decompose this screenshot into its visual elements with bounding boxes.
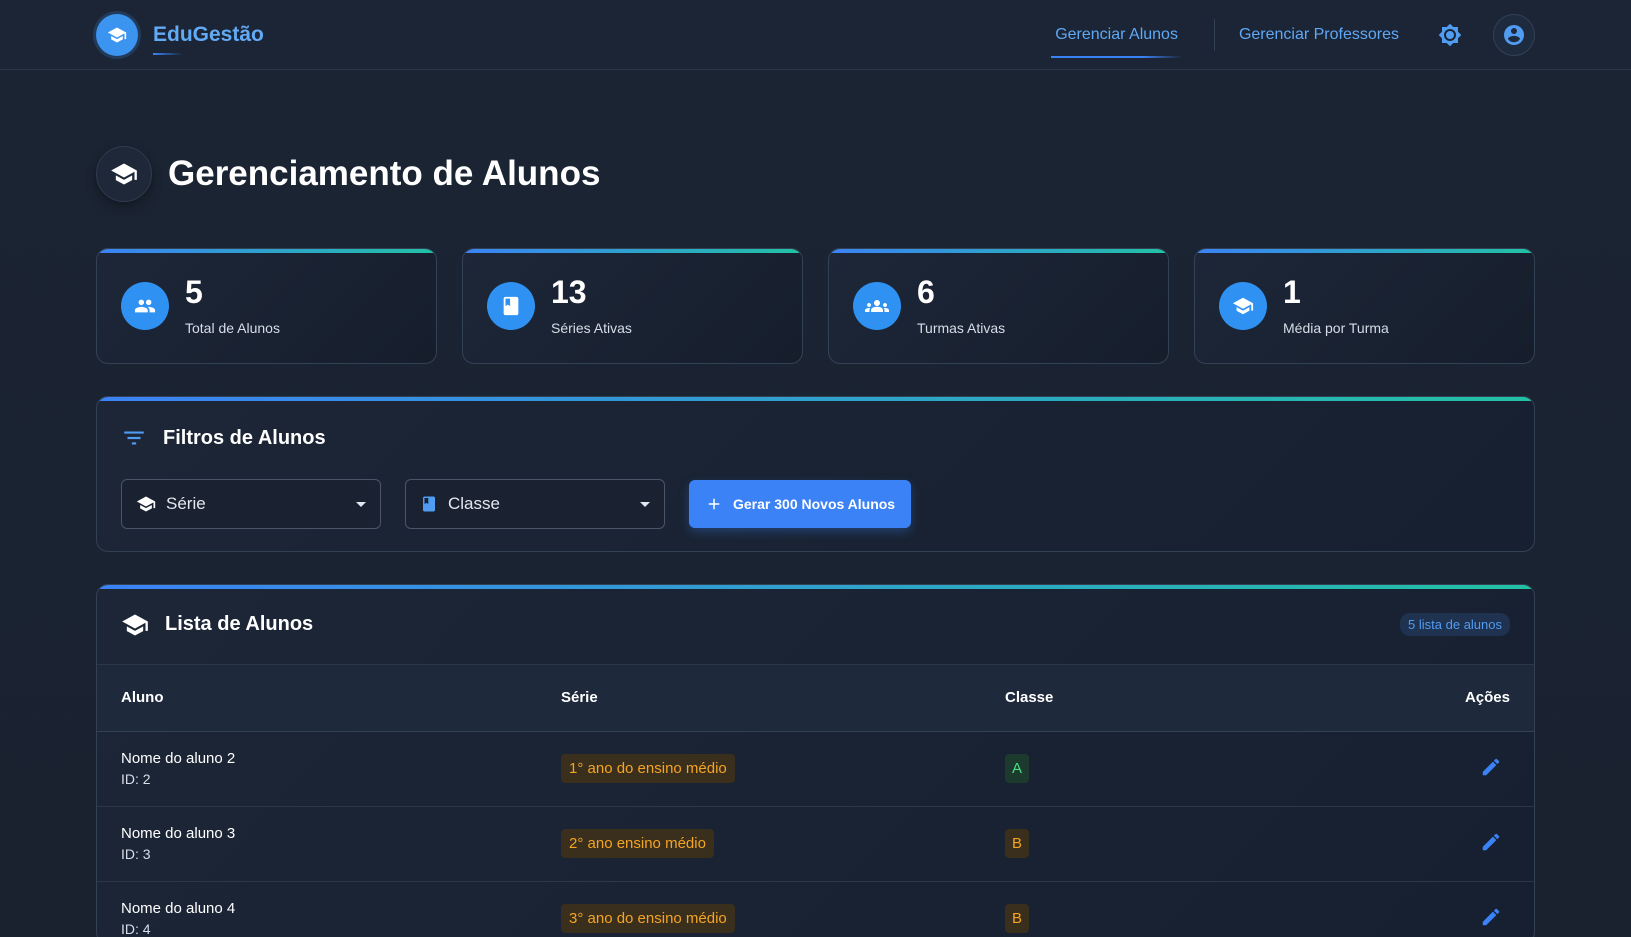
nav-divider bbox=[1213, 18, 1215, 51]
serie-badge: 2° ano ensino médio bbox=[561, 829, 714, 858]
edit-button[interactable] bbox=[1478, 904, 1504, 930]
classe-select[interactable]: Classe bbox=[405, 479, 665, 529]
stat-card-media-por-turma: 1 Média por Turma bbox=[1194, 248, 1535, 364]
classe-cell: B bbox=[981, 881, 1281, 937]
serie-badge: 1° ano do ensino médio bbox=[561, 754, 735, 783]
edit-button[interactable] bbox=[1478, 754, 1504, 780]
acoes-cell bbox=[1281, 806, 1534, 882]
classe-badge: B bbox=[1005, 904, 1030, 933]
aluno-name: Nome do aluno 2 bbox=[121, 750, 236, 767]
aluno-name: Nome do aluno 3 bbox=[121, 825, 236, 842]
page-header: Gerenciamento de Alunos bbox=[96, 146, 1535, 202]
brand[interactable]: EduGestão bbox=[96, 13, 264, 56]
aluno-name: Nome do aluno 4 bbox=[121, 900, 236, 917]
page-title: Gerenciamento de Alunos bbox=[168, 154, 601, 193]
serie-select[interactable]: Série bbox=[121, 479, 381, 529]
user-circle-icon bbox=[1504, 24, 1524, 45]
classe-select-label: Classe bbox=[448, 494, 500, 513]
stat-label: Total de Alunos bbox=[185, 320, 280, 336]
acoes-cell bbox=[1281, 731, 1534, 807]
groups-icon bbox=[853, 282, 901, 330]
graduation-cap-icon bbox=[1219, 282, 1267, 330]
count-badge: 5 lista de alunos bbox=[1400, 613, 1510, 636]
graduation-cap-icon bbox=[96, 13, 138, 56]
edit-button[interactable] bbox=[1478, 829, 1504, 855]
book-icon bbox=[423, 496, 435, 512]
table-row: Nome do aluno 2 ID: 2 1° ano do ensino m… bbox=[97, 731, 1534, 807]
sun-icon bbox=[1438, 23, 1462, 46]
theme-toggle-button[interactable] bbox=[1433, 18, 1467, 52]
generate-students-button[interactable]: Gerar 300 Novos Alunos bbox=[689, 480, 912, 528]
serie-cell: 1° ano do ensino médio bbox=[537, 731, 981, 807]
list-title-row: Lista de Alunos bbox=[121, 611, 313, 639]
stat-card-total-alunos: 5 Total de Alunos bbox=[96, 248, 437, 364]
user-menu-button[interactable] bbox=[1493, 13, 1535, 56]
table-header-row: Aluno Série Classe Ações bbox=[97, 665, 1534, 732]
graduation-cap-icon bbox=[136, 496, 156, 512]
brand-name: EduGestão bbox=[153, 22, 264, 55]
nav-link-gerenciar-alunos[interactable]: Gerenciar Alunos bbox=[1051, 18, 1182, 58]
classe-badge: A bbox=[1005, 754, 1030, 783]
pencil-icon bbox=[1482, 758, 1500, 776]
filter-controls: Série Classe Gerar 300 Novos Alunos bbox=[121, 479, 1510, 529]
acoes-cell bbox=[1281, 881, 1534, 937]
classe-badge: B bbox=[1005, 829, 1030, 858]
stat-value: 13 bbox=[551, 274, 587, 310]
serie-badge: 3° ano do ensino médio bbox=[561, 904, 735, 933]
column-header-aluno[interactable]: Aluno bbox=[97, 665, 537, 732]
stat-value: 5 bbox=[185, 274, 203, 310]
aluno-id: ID: 2 bbox=[121, 771, 151, 787]
filters-header: Filtros de Alunos bbox=[121, 425, 1510, 451]
graduation-cap-icon bbox=[96, 146, 152, 202]
filter-icon bbox=[124, 431, 144, 445]
serie-cell: 2° ano ensino médio bbox=[537, 806, 981, 882]
generate-students-label: Gerar 300 Novos Alunos bbox=[733, 496, 896, 512]
students-table: Aluno Série Classe Ações Nome do aluno 2… bbox=[97, 665, 1534, 937]
nav-links: Gerenciar Alunos Gerenciar Professores bbox=[1051, 13, 1535, 58]
graduation-cap-icon bbox=[122, 614, 148, 635]
filters-panel: Filtros de Alunos Série Classe Gerar 300… bbox=[96, 396, 1535, 552]
chevron-down-icon bbox=[356, 501, 366, 507]
main-content: Gerenciamento de Alunos 5 Total de Aluno… bbox=[0, 146, 1631, 937]
aluno-cell: Nome do aluno 4 ID: 4 bbox=[97, 881, 537, 937]
aluno-cell: Nome do aluno 2 ID: 2 bbox=[97, 731, 537, 807]
chevron-down-icon bbox=[640, 501, 650, 507]
aluno-id: ID: 4 bbox=[121, 921, 151, 937]
nav-link-gerenciar-professores[interactable]: Gerenciar Professores bbox=[1235, 18, 1403, 52]
classe-cell: A bbox=[981, 731, 1281, 807]
table-row: Nome do aluno 3 ID: 3 2° ano ensino médi… bbox=[97, 806, 1534, 882]
pencil-icon bbox=[1482, 833, 1500, 851]
serie-select-label: Série bbox=[166, 494, 206, 513]
pencil-icon bbox=[1482, 908, 1500, 926]
aluno-id: ID: 3 bbox=[121, 846, 151, 862]
stat-label: Turmas Ativas bbox=[917, 320, 1006, 336]
stats-row: 5 Total de Alunos 13 Séries Ativas 6 Tur… bbox=[96, 248, 1535, 364]
list-header: Lista de Alunos 5 lista de alunos bbox=[97, 585, 1534, 665]
book-icon bbox=[487, 282, 535, 330]
column-header-classe[interactable]: Classe bbox=[981, 665, 1281, 732]
aluno-cell: Nome do aluno 3 ID: 3 bbox=[97, 806, 537, 882]
plus-icon bbox=[708, 498, 720, 510]
classe-cell: B bbox=[981, 806, 1281, 882]
table-row: Nome do aluno 4 ID: 4 3° ano do ensino m… bbox=[97, 881, 1534, 937]
people-icon bbox=[121, 282, 169, 330]
students-list-panel: Lista de Alunos 5 lista de alunos Aluno … bbox=[96, 584, 1535, 937]
stat-label: Séries Ativas bbox=[551, 320, 632, 336]
stat-card-series-ativas: 13 Séries Ativas bbox=[462, 248, 803, 364]
list-title: Lista de Alunos bbox=[165, 613, 314, 635]
navbar: EduGestão Gerenciar Alunos Gerenciar Pro… bbox=[0, 0, 1631, 70]
column-header-acoes: Ações bbox=[1281, 665, 1534, 732]
stat-value: 1 bbox=[1283, 274, 1301, 310]
stat-card-turmas-ativas: 6 Turmas Ativas bbox=[828, 248, 1169, 364]
stat-value: 6 bbox=[917, 274, 935, 310]
filters-title: Filtros de Alunos bbox=[163, 426, 326, 449]
stat-label: Média por Turma bbox=[1283, 320, 1389, 336]
column-header-serie[interactable]: Série bbox=[537, 665, 981, 732]
serie-cell: 3° ano do ensino médio bbox=[537, 881, 981, 937]
